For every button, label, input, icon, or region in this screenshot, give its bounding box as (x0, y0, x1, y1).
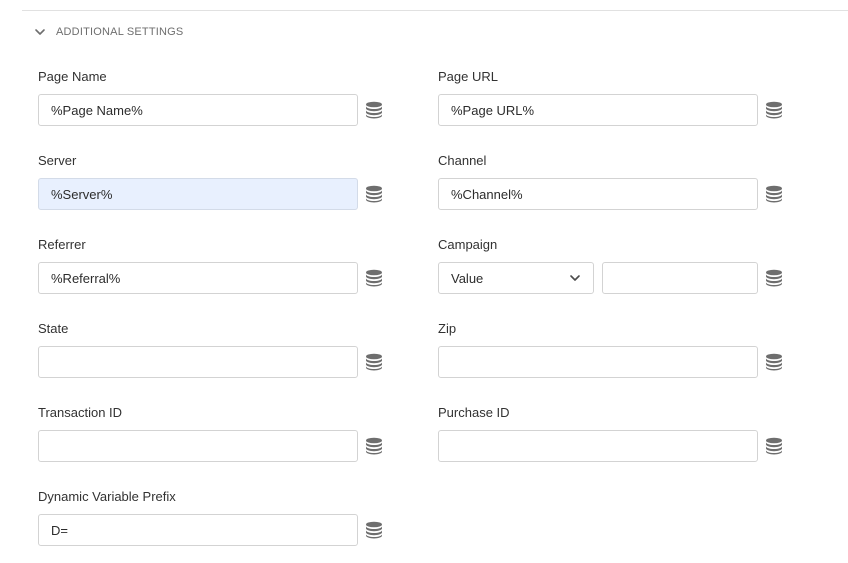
dynamic-variable-prefix-label: Dynamic Variable Prefix (38, 489, 176, 504)
page-url-input[interactable] (438, 94, 758, 126)
referrer-label: Referrer (38, 237, 86, 252)
database-icon[interactable] (765, 185, 783, 203)
state-label: State (38, 321, 69, 336)
server-label: Server (38, 153, 77, 168)
database-icon[interactable] (365, 101, 383, 119)
database-icon[interactable] (765, 353, 783, 371)
server-input[interactable] (38, 178, 358, 210)
transaction-id-input[interactable] (38, 430, 358, 462)
database-icon[interactable] (765, 101, 783, 119)
database-icon[interactable] (365, 521, 383, 539)
page-name-input[interactable] (38, 94, 358, 126)
database-icon[interactable] (365, 353, 383, 371)
additional-settings-panel: ADDITIONAL SETTINGS Page Name Page URL S… (0, 0, 848, 563)
dynamic-variable-prefix-input[interactable] (38, 514, 358, 546)
referrer-input[interactable] (38, 262, 358, 294)
database-icon[interactable] (365, 185, 383, 203)
database-icon[interactable] (365, 437, 383, 455)
campaign-label: Campaign (438, 237, 498, 252)
page-name-label: Page Name (38, 69, 107, 84)
database-icon[interactable] (365, 269, 383, 287)
purchase-id-label: Purchase ID (438, 405, 510, 420)
state-input[interactable] (38, 346, 358, 378)
chevron-down-icon (570, 275, 580, 281)
transaction-id-label: Transaction ID (38, 405, 123, 420)
zip-label: Zip (438, 321, 457, 336)
campaign-input[interactable] (602, 262, 758, 294)
divider (22, 10, 848, 11)
campaign-type-value: Value (451, 270, 484, 286)
database-icon[interactable] (765, 437, 783, 455)
chevron-down-icon (35, 29, 45, 35)
purchase-id-input[interactable] (438, 430, 758, 462)
page-url-label: Page URL (438, 69, 498, 84)
campaign-type-select[interactable]: Value (438, 262, 594, 294)
channel-label: Channel (438, 153, 487, 168)
channel-input[interactable] (438, 178, 758, 210)
section-title: ADDITIONAL SETTINGS (56, 26, 184, 38)
database-icon[interactable] (765, 269, 783, 287)
zip-input[interactable] (438, 346, 758, 378)
additional-settings-toggle[interactable]: ADDITIONAL SETTINGS (34, 24, 183, 40)
